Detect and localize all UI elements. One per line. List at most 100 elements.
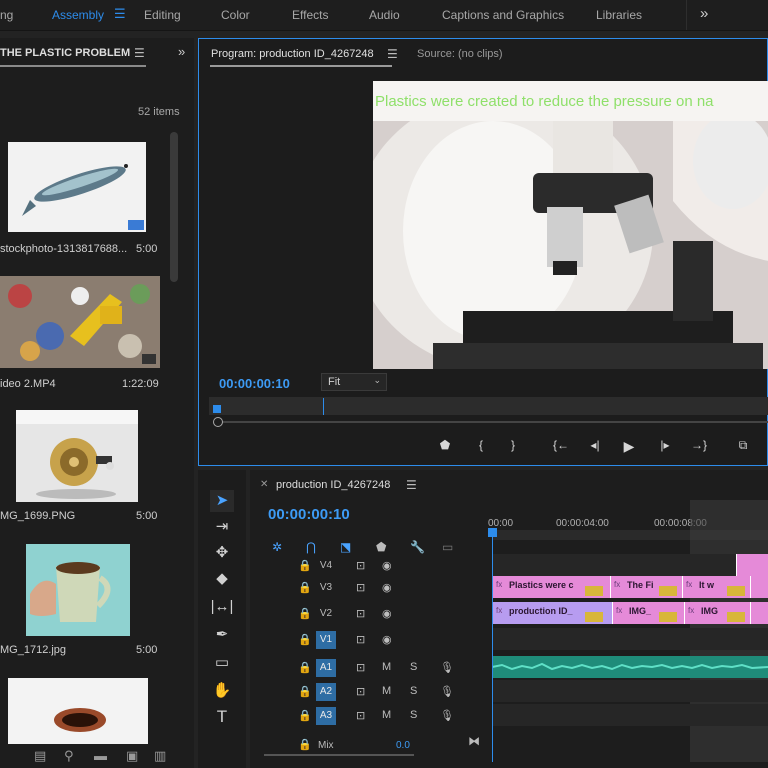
lift-icon[interactable]: ⧉ xyxy=(733,438,753,453)
chevron-double-right-icon[interactable]: » xyxy=(700,5,708,22)
ripple-edit-tool-icon[interactable]: ✥ xyxy=(210,542,234,564)
lock-icon[interactable]: 🔒 xyxy=(298,633,312,646)
mute-button[interactable]: M xyxy=(382,709,391,721)
microphone-icon[interactable]: 🎙 xyxy=(440,685,454,698)
thumbnail-reel[interactable] xyxy=(16,410,138,502)
clip[interactable]: fx IMG xyxy=(684,602,750,624)
workspace-tab-libraries[interactable]: Libraries xyxy=(596,8,642,22)
workspace-tab-assembly[interactable]: Assembly xyxy=(52,8,104,22)
thumbnail-mug[interactable] xyxy=(26,544,130,636)
rectangle-tool-icon[interactable]: ▭ xyxy=(210,652,234,674)
track-name[interactable]: A1 xyxy=(316,659,336,677)
type-tool-icon[interactable]: T xyxy=(210,706,234,728)
linked-selection-icon[interactable]: ⬔ xyxy=(340,540,351,554)
thumbnail-pot[interactable] xyxy=(8,678,148,744)
eye-icon[interactable]: ◉ xyxy=(382,633,392,646)
track-lane[interactable] xyxy=(492,554,768,576)
program-tab-title[interactable]: Program: production ID_4267248 xyxy=(211,48,374,60)
workspace-menu-icon[interactable]: ☰ xyxy=(114,6,126,22)
sync-lock-icon[interactable]: ⊡ xyxy=(356,581,365,594)
lock-icon[interactable]: 🔒 xyxy=(298,559,312,572)
track-lane[interactable]: fx Plastics were c fx The Fi fx It w xyxy=(492,576,768,598)
clip[interactable] xyxy=(750,602,768,624)
zoom-level-select[interactable]: Fit ⌄ xyxy=(321,373,387,391)
mark-out-icon[interactable]: } xyxy=(503,438,523,452)
clip[interactable] xyxy=(750,576,768,598)
chevron-double-right-icon[interactable]: » xyxy=(178,44,185,59)
step-forward-icon[interactable]: |▸ xyxy=(655,438,675,452)
wrench-icon[interactable]: 🔧 xyxy=(410,540,425,554)
microphone-icon[interactable]: 🎙 xyxy=(440,709,454,722)
timeline-scrollbar[interactable] xyxy=(264,754,414,756)
add-marker-icon[interactable]: ⬟ xyxy=(435,438,455,452)
track-lane[interactable] xyxy=(492,704,768,726)
workspace-tab-effects[interactable]: Effects xyxy=(292,8,328,22)
eye-icon[interactable]: ◉ xyxy=(382,581,392,594)
lock-icon[interactable]: 🔒 xyxy=(298,607,312,620)
panel-menu-icon[interactable]: ☰ xyxy=(406,478,417,492)
track-name[interactable]: V3 xyxy=(316,579,336,597)
sync-lock-icon[interactable]: ⊡ xyxy=(356,559,365,572)
lock-icon[interactable]: 🔒 xyxy=(298,738,312,751)
nest-icon[interactable]: ✲ xyxy=(272,540,282,554)
mark-in-icon[interactable]: { xyxy=(471,438,491,452)
captions-icon[interactable]: ▭ xyxy=(442,540,453,554)
lock-icon[interactable]: 🔒 xyxy=(298,685,312,698)
step-back-icon[interactable]: ◂| xyxy=(585,438,605,452)
project-scrollbar[interactable] xyxy=(170,132,178,282)
workspace-tab-color[interactable]: Color xyxy=(221,8,250,22)
program-zoom-scrollbar[interactable] xyxy=(215,421,768,423)
track-lane[interactable] xyxy=(492,628,768,650)
track-name[interactable]: A3 xyxy=(316,707,336,725)
eye-icon[interactable]: ◉ xyxy=(382,607,392,620)
solo-button[interactable]: S xyxy=(410,661,417,673)
panel-menu-icon[interactable]: ☰ xyxy=(134,46,145,60)
marker-icon[interactable]: ⬟ xyxy=(376,540,386,554)
track-select-tool-icon[interactable]: ⇥ xyxy=(210,516,234,538)
clip[interactable] xyxy=(736,554,768,576)
zoom-handle[interactable] xyxy=(213,417,223,427)
program-playhead[interactable] xyxy=(213,405,221,413)
mix-value[interactable]: 0.0 xyxy=(396,740,410,751)
search-icon[interactable]: ⚲ xyxy=(64,748,74,764)
source-tab[interactable]: Source: (no clips) xyxy=(417,48,503,60)
razor-tool-icon[interactable]: ◆ xyxy=(210,568,234,590)
program-time-ruler[interactable] xyxy=(209,397,768,415)
workspace-tab-audio[interactable]: Audio xyxy=(369,8,400,22)
mix-expand-icon[interactable]: ⧓ xyxy=(468,734,480,748)
program-timecode[interactable]: 00:00:00:10 xyxy=(219,376,290,391)
sync-lock-icon[interactable]: ⊡ xyxy=(356,709,365,722)
track-lane[interactable] xyxy=(492,680,768,702)
microphone-icon[interactable]: 🎙 xyxy=(440,661,454,674)
sync-lock-icon[interactable]: ⊡ xyxy=(356,607,365,620)
workspace-tab-learning[interactable]: ng xyxy=(0,8,13,22)
thumbnail-video[interactable] xyxy=(0,276,160,368)
lock-icon[interactable]: 🔒 xyxy=(298,709,312,722)
clip[interactable]: fx Plastics were c xyxy=(492,576,610,598)
clip[interactable]: fx The Fi xyxy=(610,576,682,598)
lock-icon[interactable]: 🔒 xyxy=(298,581,312,594)
panel-menu-icon[interactable]: ☰ xyxy=(387,47,398,61)
lock-icon[interactable]: 🔒 xyxy=(298,661,312,674)
clip[interactable]: fx IMG_ xyxy=(612,602,684,624)
selection-tool-icon[interactable]: ➤ xyxy=(210,490,234,512)
program-video-frame[interactable]: Plastics were created to reduce the pres… xyxy=(373,81,768,369)
slip-tool-icon[interactable]: |↔| xyxy=(210,596,234,618)
snap-icon[interactable]: ⋂ xyxy=(306,540,316,554)
hand-tool-icon[interactable]: ✋ xyxy=(210,680,234,702)
mute-button[interactable]: M xyxy=(382,661,391,673)
trash-icon[interactable]: ▥ xyxy=(154,748,166,764)
audio-clip[interactable] xyxy=(492,656,768,678)
sync-lock-icon[interactable]: ⊡ xyxy=(356,685,365,698)
solo-button[interactable]: S xyxy=(410,685,417,697)
list-view-icon[interactable]: ▤ xyxy=(34,748,46,764)
workspace-tab-editing[interactable]: Editing xyxy=(144,8,181,22)
project-tab-title[interactable]: THE PLASTIC PROBLEM xyxy=(0,47,130,59)
thumbnail-fish[interactable] xyxy=(8,142,146,232)
clip[interactable]: fx It w xyxy=(682,576,750,598)
track-name[interactable]: V4 xyxy=(316,557,336,575)
workspace-tab-captions[interactable]: Captions and Graphics xyxy=(442,8,564,22)
mute-button[interactable]: M xyxy=(382,685,391,697)
folder-icon[interactable]: ▬ xyxy=(94,748,107,763)
track-name[interactable]: V2 xyxy=(316,605,336,623)
